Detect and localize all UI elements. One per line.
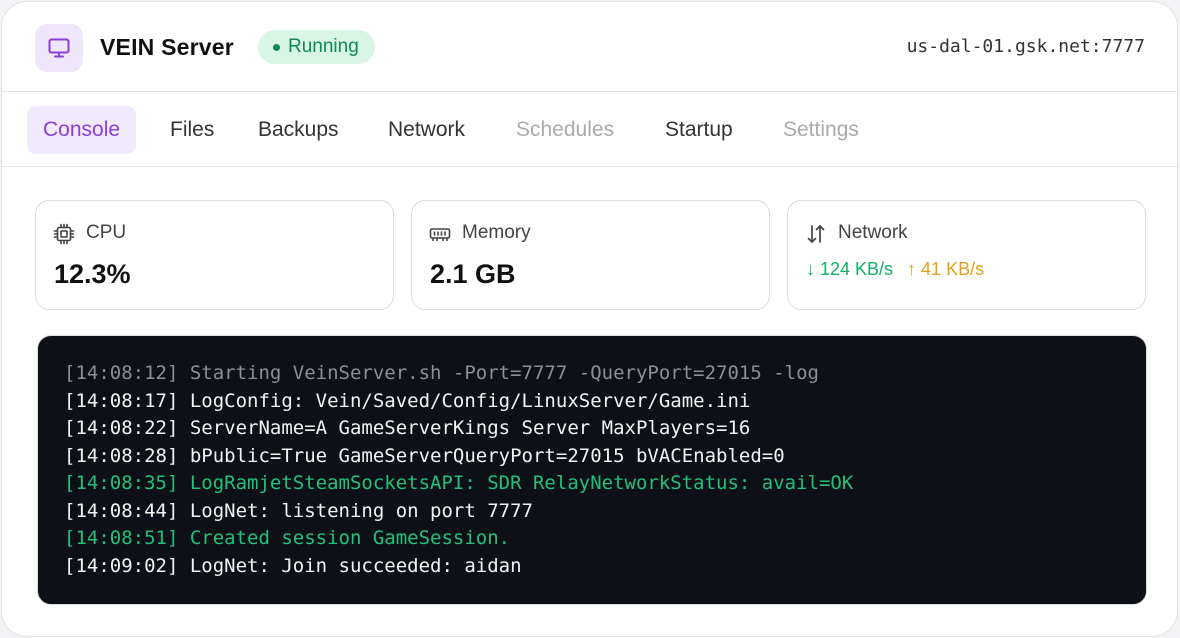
status-badge: Running — [258, 30, 375, 64]
log-line: [14:08:22] ServerName=A GameServerKings … — [64, 417, 751, 439]
server-panel: VEIN Server Running us-dal-01.gsk.net:77… — [1, 1, 1178, 637]
tab-backups[interactable]: Backups — [258, 106, 339, 154]
network-label: Network — [838, 222, 908, 243]
status-label: Running — [288, 36, 359, 57]
cpu-label: CPU — [86, 222, 127, 243]
tab-schedules: Schedules — [516, 118, 615, 141]
upload-rate: ↑ 41 KB/s — [907, 259, 985, 279]
network-stat-card: Network ↓ 124 KB/s ↑ 41 KB/s — [787, 200, 1146, 310]
tab-network[interactable]: Network — [388, 106, 465, 154]
log-line: [14:08:28] bPublic=True GameServerQueryP… — [64, 444, 785, 467]
server-address[interactable]: us-dal-01.gsk.net:7777 — [907, 35, 1145, 59]
status-dot-icon — [273, 43, 280, 51]
log-line: [14:08:44] LogNet: listening on port 777… — [64, 499, 533, 522]
monitor-icon — [35, 24, 83, 72]
log-line: [14:08:51] Created session GameSession. — [64, 527, 511, 549]
tab-startup[interactable]: Startup — [665, 106, 733, 154]
server-header: VEIN Server Running us-dal-01.gsk.net:77… — [2, 2, 1177, 92]
arrows-up-down-icon — [807, 225, 825, 243]
console-output[interactable]: [14:08:12] Starting VeinServer.sh -Port=… — [37, 335, 1147, 605]
memory-value: 2.1 GB — [430, 259, 516, 289]
tab-console[interactable]: Console — [27, 106, 137, 154]
tab-settings: Settings — [783, 118, 859, 141]
log-line: [14:09:02] LogNet: Join succeeded: aidan — [64, 554, 522, 577]
cpu-stat-card: CPU 12.3% — [35, 200, 394, 310]
network-rates: ↓ 124 KB/s ↑ 41 KB/s — [806, 257, 984, 281]
cpu-icon — [53, 223, 75, 245]
server-title: VEIN Server — [100, 34, 234, 60]
memory-stat-card: Memory 2.1 GB — [411, 200, 770, 310]
download-rate: ↓ 124 KB/s — [806, 259, 894, 279]
log-line: [14:08:12] Starting VeinServer.sh -Port=… — [64, 362, 819, 384]
memory-icon — [429, 228, 451, 242]
memory-label: Memory — [462, 222, 531, 243]
tab-bar: Console Files Backups Network Schedules … — [2, 93, 1177, 167]
log-line: [14:08:17] LogConfig: Vein/Saved/Config/… — [64, 389, 751, 412]
cpu-value: 12.3% — [54, 259, 131, 289]
log-line: [14:08:35] LogRamjetSteamSocketsAPI: SDR… — [64, 472, 854, 494]
tab-files[interactable]: Files — [170, 106, 214, 154]
